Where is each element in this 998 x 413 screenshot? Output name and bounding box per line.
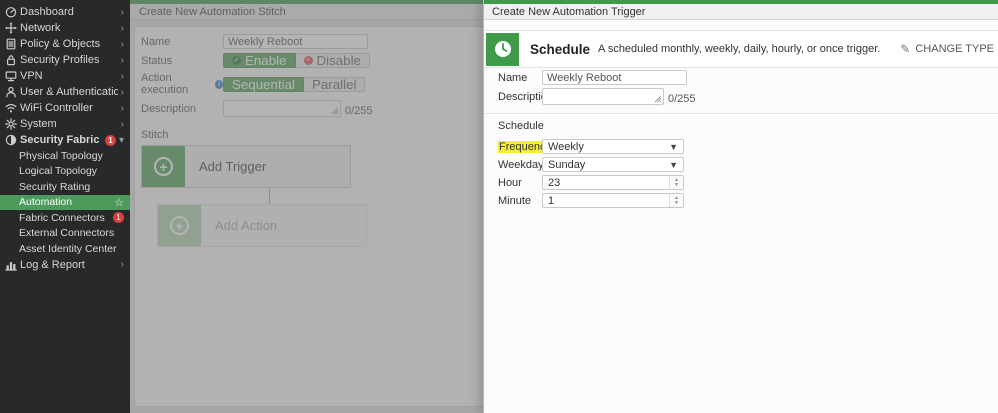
sidebar-item-label: Network bbox=[20, 22, 61, 34]
sidebar-item-security-rating[interactable]: Security Rating bbox=[0, 179, 130, 195]
trigger-type-name: Schedule bbox=[530, 41, 591, 57]
lock-icon bbox=[4, 54, 17, 66]
sidebar-item-label: Policy & Objects bbox=[20, 38, 101, 50]
sidebar-item-dashboard[interactable]: Dashboard › bbox=[0, 4, 130, 20]
number-spinner[interactable]: ▲ ▼ bbox=[669, 194, 683, 207]
user-icon bbox=[4, 86, 17, 98]
sidebar-item-label: WiFi Controller bbox=[20, 102, 93, 114]
security-fabric-icon bbox=[4, 134, 17, 146]
schedule-section-label: Schedule bbox=[498, 120, 544, 132]
description-label: Description bbox=[498, 90, 554, 103]
sidebar-item-label: VPN bbox=[20, 70, 43, 82]
hour-row: Hour 23 ▲ ▼ bbox=[484, 175, 998, 190]
dropdown-caret-icon: ▼ bbox=[669, 141, 678, 152]
notification-badge: 1 bbox=[104, 134, 116, 146]
chevron-right-icon: › bbox=[120, 22, 124, 34]
trigger-description-textarea[interactable] bbox=[542, 88, 664, 105]
sidebar-item-vpn[interactable]: VPN › bbox=[0, 68, 130, 84]
sidebar-item-label: Dashboard bbox=[20, 6, 74, 18]
weekday-select[interactable]: Sunday ▼ bbox=[542, 157, 684, 172]
sidebar-item-asset-identity-center[interactable]: Asset Identity Center bbox=[0, 241, 130, 257]
star-icon[interactable]: ☆ bbox=[114, 196, 124, 209]
frequency-label: Frequency bbox=[498, 140, 552, 153]
pencil-icon: ✎ bbox=[900, 42, 911, 56]
char-counter: 0/255 bbox=[668, 93, 696, 105]
minute-row: Minute 1 ▲ ▼ bbox=[484, 193, 998, 208]
policy-objects-icon bbox=[4, 38, 17, 50]
chevron-right-icon: › bbox=[120, 6, 124, 18]
sidebar-item-label: System bbox=[20, 118, 57, 130]
sidebar-item-label: Log & Report bbox=[20, 258, 85, 271]
frequency-select[interactable]: Weekly ▼ bbox=[542, 139, 684, 154]
trigger-type-row: Schedule A scheduled monthly, weekly, da… bbox=[484, 30, 998, 68]
clock-icon bbox=[494, 41, 511, 57]
chevron-right-icon: › bbox=[120, 38, 124, 50]
sidebar-item-fabric-connectors[interactable]: Fabric Connectors 1 bbox=[0, 210, 130, 226]
resize-grip-icon bbox=[654, 95, 662, 103]
chevron-right-icon: › bbox=[120, 118, 124, 130]
sidebar-item-wifi-controller[interactable]: WiFi Controller › bbox=[0, 100, 130, 116]
wifi-icon bbox=[4, 102, 17, 114]
weekday-row: Weekday Sunday ▼ bbox=[484, 157, 998, 172]
dashboard-icon bbox=[4, 6, 17, 18]
notification-badge: 1 bbox=[113, 212, 124, 224]
trigger-form: Name Description 0/255 Schedule Frequenc… bbox=[484, 70, 998, 211]
trigger-type-description: A scheduled monthly, weekly, daily, hour… bbox=[598, 43, 881, 55]
sidebar-item-policy-objects[interactable]: Policy & Objects › bbox=[0, 36, 130, 52]
minute-label: Minute bbox=[498, 194, 532, 207]
create-trigger-modal: Create New Automation Trigger Schedule A… bbox=[483, 0, 998, 413]
weekday-label: Weekday bbox=[498, 158, 544, 171]
name-label: Name bbox=[498, 71, 528, 84]
chevron-right-icon: › bbox=[120, 259, 124, 270]
bar-chart-icon bbox=[4, 259, 17, 271]
sidebar-item-network[interactable]: Network › bbox=[0, 20, 130, 36]
trigger-name-row: Name bbox=[484, 70, 998, 85]
section-divider bbox=[484, 113, 998, 114]
sidebar-item-external-connectors[interactable]: External Connectors bbox=[0, 226, 130, 242]
sidebar-item-label: Security Profiles bbox=[20, 54, 100, 66]
gear-icon bbox=[4, 118, 17, 130]
hour-input[interactable]: 23 ▲ ▼ bbox=[542, 175, 684, 190]
app-window: Dashboard › Network › Policy & Objects ›… bbox=[0, 0, 998, 413]
sidebar-item-security-profiles[interactable]: Security Profiles › bbox=[0, 52, 130, 68]
sidebar-item-system[interactable]: System › bbox=[0, 116, 130, 132]
minute-input[interactable]: 1 ▲ ▼ bbox=[542, 193, 684, 208]
dropdown-caret-icon: ▼ bbox=[669, 159, 678, 170]
modal-backdrop bbox=[130, 0, 483, 413]
monitor-icon bbox=[4, 70, 17, 82]
trigger-modal-title: Create New Automation Trigger bbox=[484, 4, 998, 20]
sidebar-item-user-authentication[interactable]: User & Authentication › bbox=[0, 84, 130, 100]
stitch-editor-panel: Create New Automation Stitch Name Status… bbox=[130, 0, 483, 413]
chevron-right-icon: › bbox=[120, 102, 124, 114]
chevron-down-icon: ▾ bbox=[118, 134, 124, 146]
trigger-name-input[interactable] bbox=[542, 70, 687, 85]
sidebar-item-physical-topology[interactable]: Physical Topology bbox=[0, 148, 130, 164]
sidebar-item-automation[interactable]: Automation ☆ bbox=[0, 194, 130, 210]
change-type-button[interactable]: ✎ CHANGE TYPE bbox=[900, 42, 994, 56]
sidebar-item-label: User & Authentication bbox=[20, 86, 118, 98]
sidebar-item-label: Security Fabric bbox=[20, 134, 100, 146]
sidebar-item-security-fabric[interactable]: Security Fabric 1 ▾ bbox=[0, 132, 130, 148]
sidebar-item-logical-topology[interactable]: Logical Topology bbox=[0, 164, 130, 180]
trigger-description-row: Description 0/255 bbox=[484, 88, 998, 105]
frequency-row: Frequency Weekly ▼ bbox=[484, 139, 998, 154]
hour-label: Hour bbox=[498, 176, 522, 189]
chevron-right-icon: › bbox=[120, 86, 124, 98]
chevron-right-icon: › bbox=[120, 70, 124, 82]
chevron-right-icon: › bbox=[120, 54, 124, 66]
number-spinner[interactable]: ▲ ▼ bbox=[669, 176, 683, 189]
sidebar-nav: Dashboard › Network › Policy & Objects ›… bbox=[0, 0, 130, 413]
network-icon bbox=[4, 22, 17, 34]
sidebar-item-log-report[interactable]: Log & Report › bbox=[0, 257, 130, 273]
schedule-type-square bbox=[486, 32, 519, 66]
